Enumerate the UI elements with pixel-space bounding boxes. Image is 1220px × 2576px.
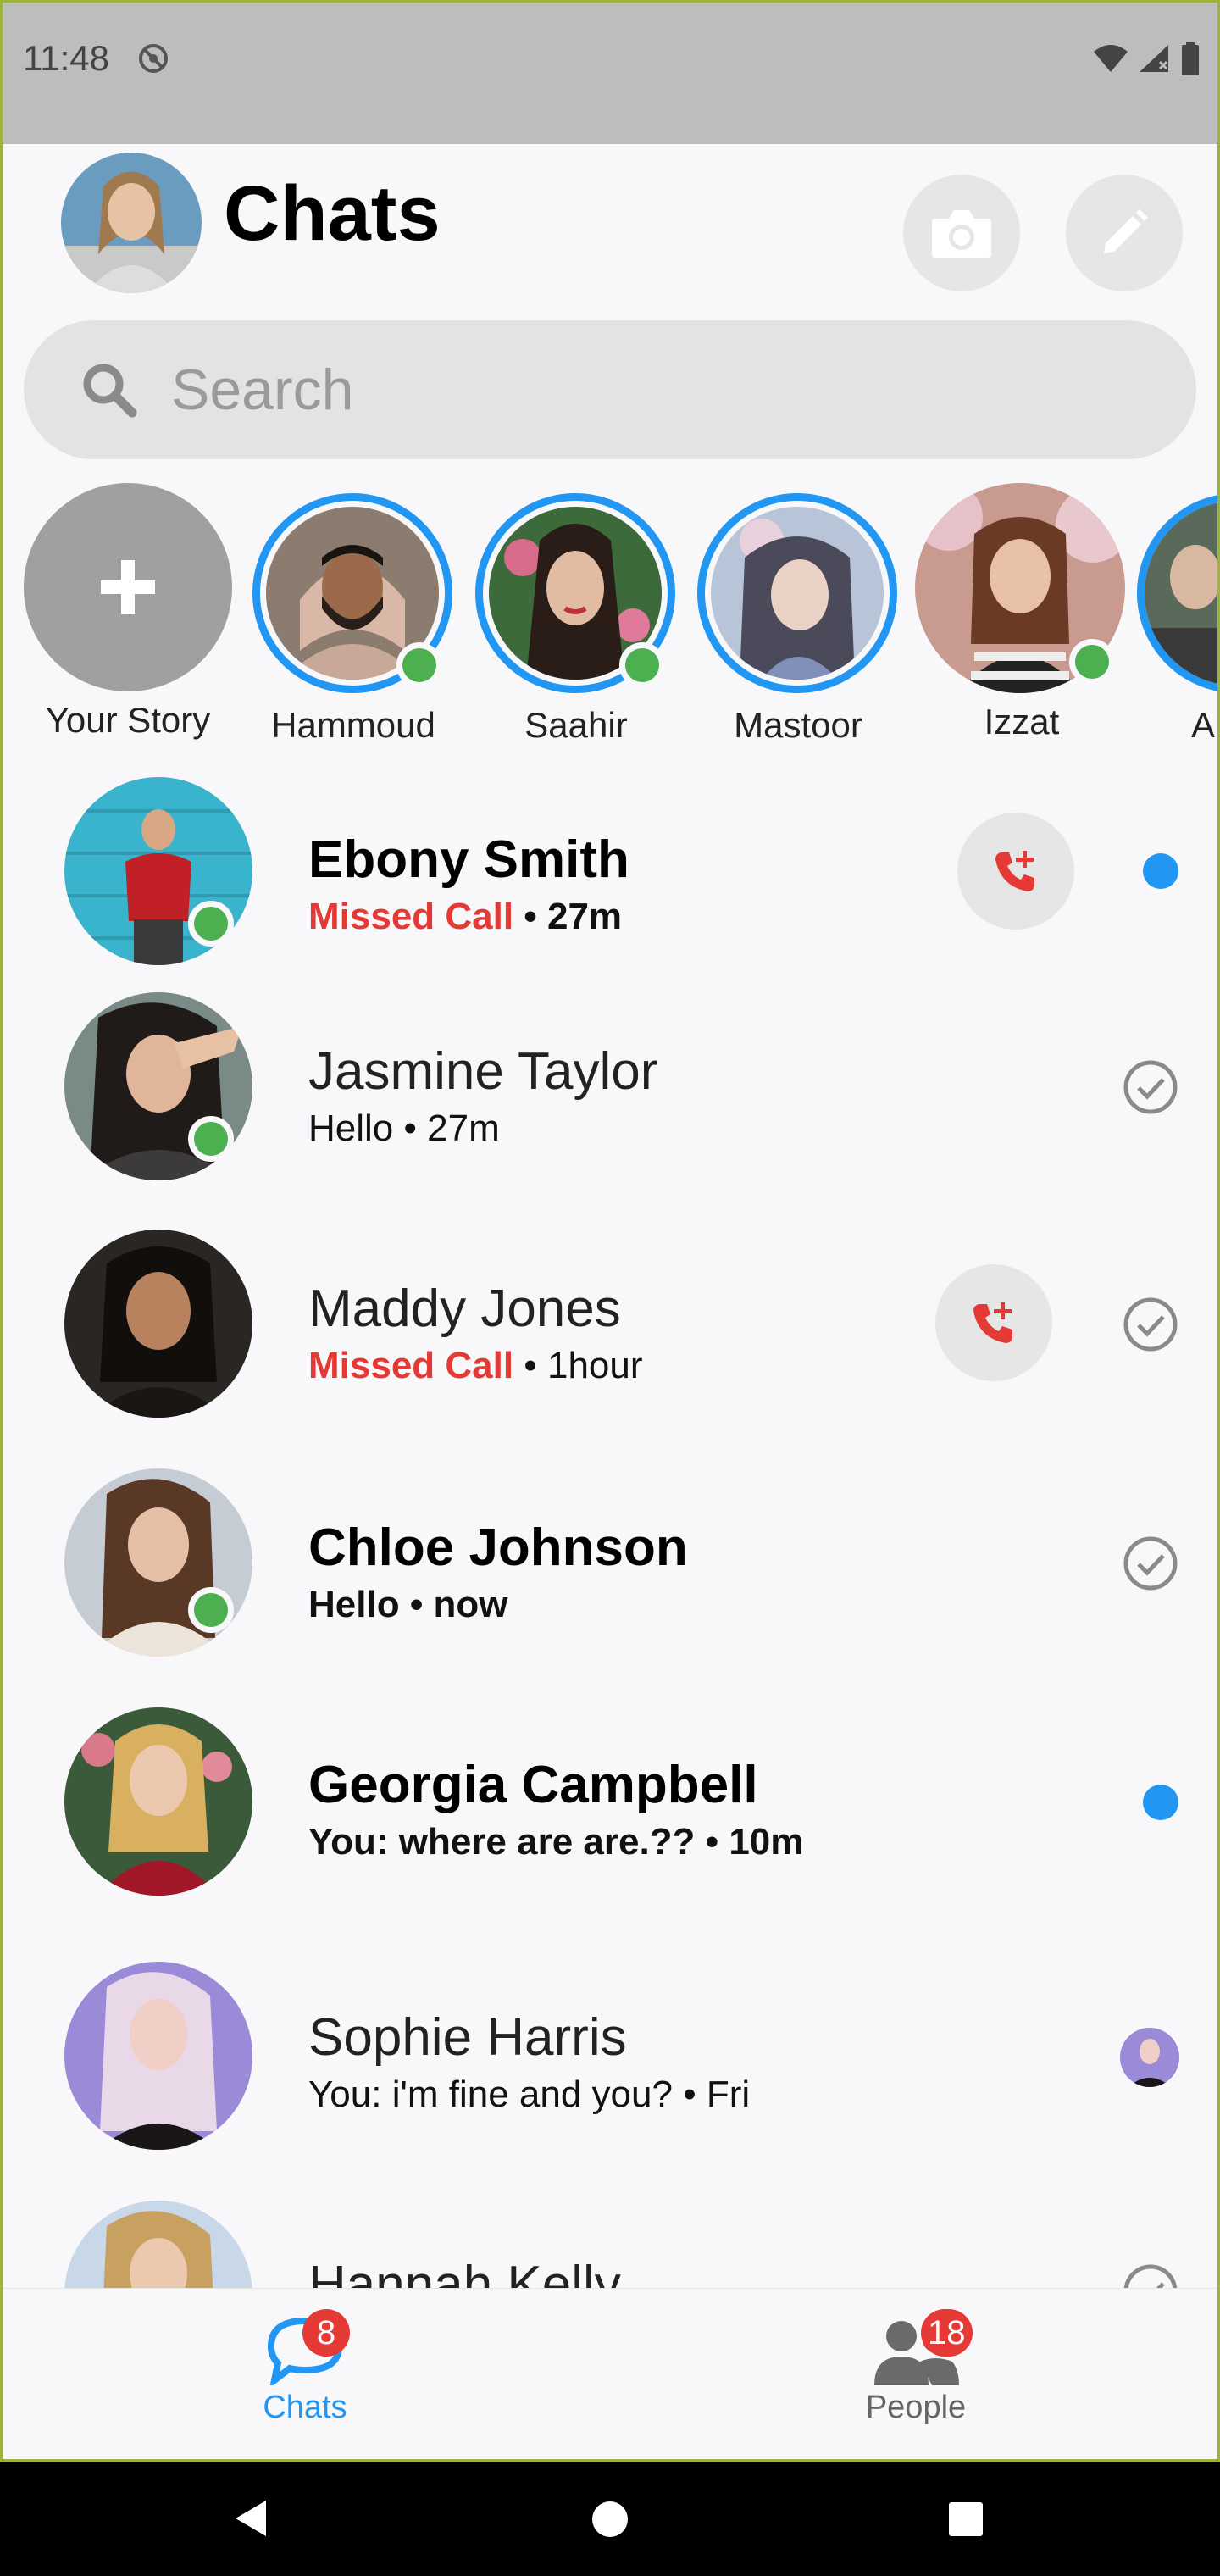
story-name: Saahir	[524, 705, 628, 745]
chat-preview: You: i'm fine and you? • Fri	[308, 2074, 750, 2116]
camera-button[interactable]	[903, 175, 1020, 291]
separator: •	[705, 1821, 719, 1863]
chat-message: Hello	[308, 1584, 400, 1625]
status-icons	[1092, 42, 1201, 75]
status-bar: 11:48	[0, 0, 1220, 144]
tab-chats[interactable]: Chats 8	[220, 2309, 390, 2426]
story-name: Mastoor	[734, 705, 862, 745]
missed-call-text: Missed Call	[308, 1345, 514, 1386]
search-icon	[83, 364, 137, 418]
chat-avatar	[64, 1230, 252, 1418]
story-name: A	[1190, 705, 1215, 745]
tab-people[interactable]: People 18	[831, 2309, 1001, 2426]
separator: •	[403, 1108, 417, 1149]
separator: •	[409, 1584, 424, 1625]
chat-time: 10m	[729, 1821, 804, 1863]
tab-label: People	[865, 2390, 967, 2425]
online-indicator	[396, 642, 442, 688]
unread-badge: 8	[302, 2309, 350, 2357]
chat-avatar	[64, 1962, 252, 2150]
story-name: Izzat	[984, 702, 1060, 741]
chat-avatar	[64, 2201, 252, 2288]
camera-icon	[932, 210, 991, 258]
page-title: Chats	[224, 170, 441, 257]
chat-name: Hannah Kelly	[308, 2256, 621, 2288]
chat-message: You: i'm fine and you?	[308, 2074, 673, 2115]
story-name: Your Story	[45, 700, 211, 740]
wifi-icon	[1094, 45, 1128, 72]
chat-row-sophie-harris[interactable]: Sophie Harris You: i'm fine and you? • F…	[0, 1946, 1220, 2167]
chat-row-hannah-kelly[interactable]: Hannah Kelly	[0, 2201, 1220, 2288]
chat-name: Sophie Harris	[308, 2008, 627, 2067]
unread-indicator	[1143, 1785, 1178, 1820]
home-icon[interactable]	[591, 2501, 629, 2538]
system-nav-bar	[0, 2462, 1220, 2576]
status-time: 11:48	[23, 38, 109, 78]
chat-row-ebony-smith[interactable]: Ebony Smith Missed Call • 27m	[0, 777, 1220, 997]
chat-time: 27m	[427, 1108, 500, 1149]
chat-preview: You: where are are.?? • 10m	[308, 1821, 803, 1863]
call-back-button[interactable]	[935, 1264, 1052, 1381]
back-icon[interactable]	[234, 2499, 268, 2538]
online-indicator	[619, 642, 665, 688]
bottom-nav: Chats 8 People 18	[3, 2288, 1217, 2459]
chat-message: You: where are are.??	[308, 1821, 696, 1863]
online-indicator	[188, 901, 234, 947]
signal-icon	[1140, 45, 1168, 72]
my-avatar[interactable]	[61, 153, 202, 293]
chat-name: Chloe Johnson	[308, 1518, 688, 1577]
separator: •	[524, 896, 537, 937]
chat-name: Maddy Jones	[308, 1280, 621, 1338]
chat-preview: Hello • now	[308, 1584, 507, 1626]
check-circle-icon	[1123, 1536, 1178, 1591]
chat-list: Ebony Smith Missed Call • 27m Jasmine Ta…	[0, 758, 1220, 2288]
chat-name: Ebony Smith	[308, 830, 629, 889]
people-badge: 18	[921, 2309, 973, 2357]
missed-call-text: Missed Call	[308, 896, 514, 937]
check-circle-icon	[1123, 1060, 1178, 1114]
story-avatar	[1137, 493, 1220, 693]
add-call-icon	[973, 1302, 1012, 1343]
online-indicator	[188, 1587, 234, 1633]
separator: •	[524, 1345, 537, 1386]
story-avatar	[711, 507, 884, 680]
chat-row-maddy-jones[interactable]: Maddy Jones Missed Call • 1hour	[0, 1226, 1220, 1446]
chat-preview: Missed Call • 27m	[308, 896, 622, 938]
chat-message: Hello	[308, 1108, 394, 1149]
chat-time: now	[433, 1584, 508, 1625]
add-story-circle	[24, 483, 232, 691]
recents-icon[interactable]	[949, 2502, 983, 2536]
seen-by-avatar	[1120, 2028, 1179, 2087]
tab-label: Chats	[263, 2390, 347, 2425]
battery-icon	[1182, 42, 1199, 75]
chat-row-jasmine-taylor[interactable]: Jasmine Taylor Hello • 27m	[0, 989, 1220, 1209]
chat-name: Georgia Campbell	[308, 1756, 758, 1814]
search-input[interactable]	[171, 357, 1103, 423]
chat-row-chloe-johnson[interactable]: Chloe Johnson Hello • now	[0, 1463, 1220, 1684]
stories-row: Your Story Hammoud Saahir Mastoor Izzat …	[0, 479, 1220, 750]
compose-button[interactable]	[1066, 175, 1183, 291]
chat-time: 1hour	[546, 1345, 643, 1386]
search-bar[interactable]	[24, 320, 1196, 459]
online-indicator	[188, 1116, 234, 1162]
check-circle-icon	[1123, 2264, 1178, 2288]
chat-time: Fri	[706, 2074, 751, 2115]
chat-name: Jasmine Taylor	[308, 1042, 658, 1101]
chat-preview: Missed Call • 1hour	[308, 1345, 643, 1387]
pencil-icon	[1104, 209, 1148, 253]
chat-preview: Hello • 27m	[308, 1108, 500, 1150]
header: Chats	[0, 144, 1220, 314]
story-name: Hammoud	[271, 705, 435, 745]
unread-indicator	[1143, 853, 1178, 889]
check-circle-icon	[1123, 1297, 1178, 1352]
add-call-icon	[995, 851, 1034, 891]
call-back-button[interactable]	[957, 813, 1074, 930]
dnd-icon	[139, 44, 168, 73]
separator: •	[683, 2074, 696, 2115]
chat-time: 27m	[546, 896, 623, 937]
chat-avatar	[64, 1707, 252, 1896]
chat-row-georgia-campbell[interactable]: Georgia Campbell You: where are are.?? •…	[0, 1701, 1220, 1921]
plus-icon	[101, 560, 155, 614]
online-indicator	[1069, 639, 1115, 685]
